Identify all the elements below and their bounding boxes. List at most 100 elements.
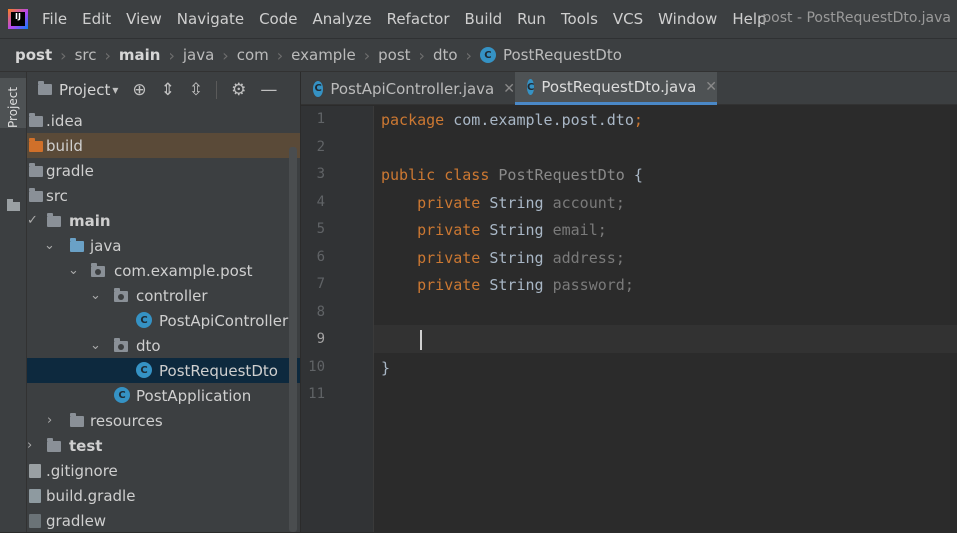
project-tool-tab[interactable]: Project [0, 78, 26, 128]
tool-window-strip: Project [0, 72, 27, 532]
tree-item-gradle[interactable]: gradle [27, 158, 300, 183]
tree-item-label: controller [136, 286, 208, 305]
breadcrumb-item-java[interactable]: java [183, 46, 214, 64]
gradle-file-icon [29, 489, 41, 503]
tree-item-post-application[interactable]: C PostApplication [27, 383, 300, 408]
project-tool-tab-label: Project [6, 86, 20, 128]
menu-view[interactable]: View [126, 10, 162, 28]
tree-item-gradlew[interactable]: gradlew [27, 508, 300, 533]
tree-item-idea[interactable]: .idea [27, 108, 300, 133]
menu-refactor[interactable]: Refactor [387, 10, 450, 28]
line-number: 5 [316, 221, 325, 237]
tree-item-src[interactable]: src [27, 183, 300, 208]
chevron-down-icon[interactable]: ⌄ [44, 238, 55, 253]
breadcrumb-item-class[interactable]: PostRequestDto [503, 46, 622, 64]
chevron-right-icon: › [363, 45, 371, 65]
expand-all-icon[interactable]: ⇕ [161, 80, 175, 100]
line-number: 10 [308, 359, 325, 375]
tree-item-resources[interactable]: › resources [27, 408, 300, 433]
chevron-down-icon[interactable]: ⌄ [90, 338, 101, 353]
breadcrumb-item-src[interactable]: src [75, 46, 97, 64]
menu-tools[interactable]: Tools [561, 10, 598, 28]
menu-code[interactable]: Code [259, 10, 297, 28]
tree-item-controller[interactable]: ⌄ controller [27, 283, 300, 308]
project-view-selector[interactable]: Project [59, 81, 110, 99]
chevron-right-icon: › [276, 45, 284, 65]
chevron-right-icon[interactable]: › [47, 413, 52, 428]
source-folder-icon [70, 238, 84, 252]
code-line-1: package com.example.post.dto; [381, 111, 643, 129]
folder-icon [29, 163, 43, 177]
code-line-7: private String password; [417, 276, 634, 294]
close-icon[interactable]: ✕ [705, 79, 717, 95]
folder-icon [29, 188, 43, 202]
line-number: 1 [316, 111, 325, 127]
chevron-right-icon: › [418, 45, 425, 65]
tree-item-build-gradle[interactable]: build.gradle [27, 483, 300, 508]
chevron-right-icon: › [60, 45, 67, 65]
tree-item-gitignore[interactable]: .gitignore [27, 458, 300, 483]
chevron-down-icon[interactable]: ⌄ [90, 288, 101, 303]
excluded-folder-icon [29, 138, 43, 152]
tree-item-label: build.gradle [46, 486, 136, 505]
tree-item-label: main [69, 211, 111, 230]
tab-post-request-dto[interactable]: C PostRequestDto.java ✕ [515, 72, 717, 105]
tree-item-main[interactable]: ✓ main [27, 208, 300, 233]
code-editor[interactable]: package com.example.post.dto; public cla… [374, 106, 957, 532]
menu-window[interactable]: Window [658, 10, 717, 28]
chevron-down-icon[interactable]: ▾ [112, 83, 118, 97]
menu-build[interactable]: Build [465, 10, 503, 28]
class-icon: C [136, 312, 152, 328]
menu-vcs[interactable]: VCS [613, 10, 643, 28]
package-icon [114, 288, 128, 302]
menu-edit[interactable]: Edit [82, 10, 111, 28]
locate-target-icon[interactable]: ⊕ [132, 80, 146, 100]
project-tree: .idea build gradle src ✓ main ⌄ java ⌄ c… [27, 108, 300, 533]
tab-post-api-controller[interactable]: C PostApiController.java ✕ [301, 72, 515, 105]
minimize-icon[interactable]: — [260, 80, 277, 100]
gear-icon[interactable]: ⚙ [231, 80, 246, 100]
tree-item-post-request-dto[interactable]: C PostRequestDto [27, 358, 300, 383]
tree-item-label: PostRequestDto [159, 361, 278, 380]
menu-navigate[interactable]: Navigate [177, 10, 244, 28]
breadcrumb-item-example[interactable]: example [291, 46, 356, 64]
folder-icon [7, 199, 20, 211]
text-caret [420, 330, 422, 350]
tree-item-label: .idea [46, 111, 83, 130]
menu-analyze[interactable]: Analyze [312, 10, 371, 28]
project-tree-scrollbar[interactable] [289, 147, 297, 532]
menu-file[interactable]: File [42, 10, 67, 28]
chevron-right-icon: › [104, 45, 111, 65]
breadcrumb-item-post-package[interactable]: post [378, 46, 410, 64]
tree-item-label: gradlew [46, 511, 107, 530]
project-view-icon [38, 81, 52, 95]
tree-item-build[interactable]: build [27, 133, 300, 158]
project-panel-header: Project ▾ ⊕ ⇕ ⇳ ⚙ — [27, 72, 300, 107]
line-number: 2 [316, 139, 325, 155]
breadcrumb-item-post[interactable]: post [15, 46, 52, 64]
chevron-down-icon[interactable]: ✓ [27, 213, 38, 228]
class-icon: C [479, 47, 496, 63]
tree-item-test[interactable]: › test [27, 433, 300, 458]
breadcrumb-item-com[interactable]: com [237, 46, 269, 64]
line-number: 6 [316, 249, 325, 265]
breadcrumb-item-dto[interactable]: dto [433, 46, 458, 64]
chevron-right-icon[interactable]: › [27, 438, 32, 453]
current-line-number: 9 [316, 331, 325, 347]
code-line-5: private String email; [417, 221, 607, 239]
intellij-logo-icon: IJ [8, 9, 28, 29]
tree-item-java[interactable]: ⌄ java [27, 233, 300, 258]
tree-item-package[interactable]: ⌄ com.example.post [27, 258, 300, 283]
close-icon[interactable]: ✕ [503, 81, 515, 97]
package-icon [114, 338, 128, 352]
menu-run[interactable]: Run [517, 10, 546, 28]
tree-item-dto[interactable]: ⌄ dto [27, 333, 300, 358]
code-line-4: private String account; [417, 194, 625, 212]
tree-item-label: test [69, 436, 103, 455]
collapse-all-icon[interactable]: ⇳ [189, 80, 203, 100]
chevron-down-icon[interactable]: ⌄ [68, 263, 79, 278]
tree-item-label: PostApiController [159, 311, 289, 330]
tree-item-label: gradle [46, 161, 94, 180]
tree-item-post-api-controller[interactable]: C PostApiController [27, 308, 300, 333]
breadcrumb-item-main[interactable]: main [119, 46, 161, 64]
